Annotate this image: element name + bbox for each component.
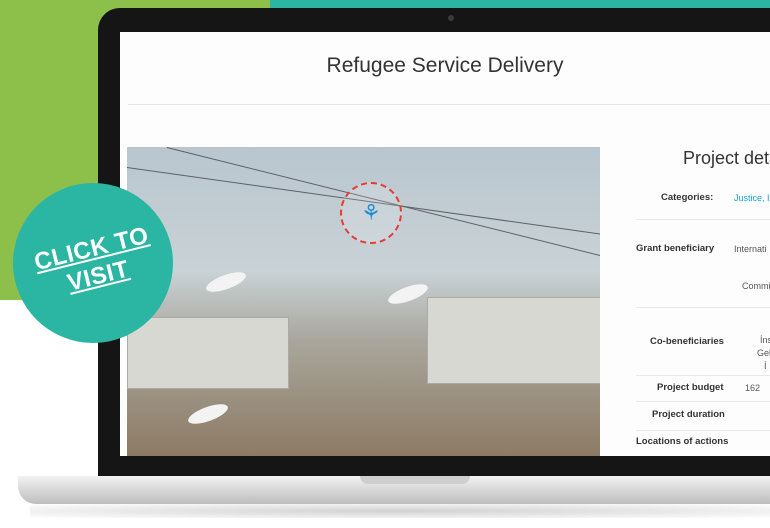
laptop-screen: Refugee Service Delivery ⚘ Project detai…	[120, 32, 770, 456]
project-photo: ⚘	[127, 147, 600, 456]
row-divider	[636, 307, 770, 308]
categories-link[interactable]: Justice, I	[734, 193, 770, 203]
tent-shape	[427, 297, 600, 384]
laptop-notch	[360, 476, 470, 484]
dove-shape	[203, 268, 249, 296]
project-details-heading: Project detai	[683, 148, 770, 168]
header-divider	[128, 104, 770, 105]
dove-shape	[385, 280, 431, 308]
organization-logo-icon: ⚘	[340, 182, 402, 244]
row-divider	[636, 401, 770, 402]
locations-of-actions-label: Locations of actions	[636, 436, 729, 447]
co-beneficiaries-label: Co-beneficiaries	[650, 336, 724, 347]
co-beneficiaries-value-3: İ	[764, 361, 767, 371]
laptop-shadow	[30, 504, 770, 518]
row-divider	[636, 375, 770, 376]
grant-beneficiary-value-2: Commiss	[742, 281, 770, 291]
grant-beneficiary-label: Grant beneficiary	[636, 243, 715, 254]
tent-shape	[127, 317, 289, 389]
dove-shape	[185, 400, 231, 428]
page-title: Refugee Service Delivery	[326, 54, 564, 77]
row-divider	[636, 219, 770, 220]
grant-beneficiary-value: Internati	[734, 244, 767, 254]
project-budget-value: 162	[745, 383, 761, 393]
co-beneficiaries-value-2: Geli	[757, 348, 770, 358]
categories-label: Categories:	[661, 192, 714, 203]
project-duration-label: Project duration	[652, 409, 725, 420]
co-beneficiaries-value: İns	[760, 335, 770, 345]
camera-icon	[448, 15, 454, 21]
project-budget-label: Project budget	[657, 382, 724, 393]
row-divider	[636, 430, 770, 431]
